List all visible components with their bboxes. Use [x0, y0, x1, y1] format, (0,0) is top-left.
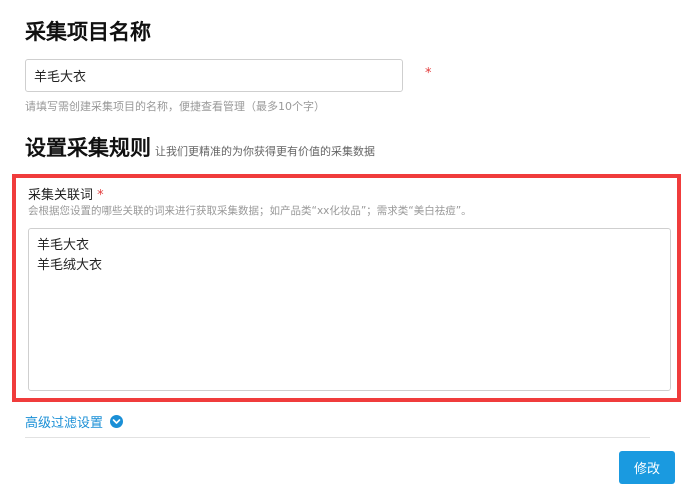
keywords-label: 采集关联词 *: [28, 184, 104, 203]
divider: [25, 437, 650, 438]
keywords-required-mark: *: [97, 188, 104, 203]
project-name-input[interactable]: [25, 59, 403, 92]
project-name-title: 采集项目名称: [25, 20, 151, 44]
chevron-down-icon: [110, 415, 124, 428]
keywords-hint: 会根据您设置的哪些关联的词来进行获取采集数据；如产品类“xx化妆品”；需求类“美…: [28, 205, 472, 217]
advanced-filter-label: 高级过滤设置: [25, 416, 104, 431]
keywords-section: 采集关联词 * 会根据您设置的哪些关联的词来进行获取采集数据；如产品类“xx化妆…: [12, 174, 681, 402]
advanced-filter-link[interactable]: 高级过滤设置: [25, 412, 124, 431]
project-name-hint: 请填写需创建采集项目的名称，便捷查看管理（最多10个字）: [25, 100, 325, 113]
keyword-line: 羊毛绒大衣: [37, 258, 103, 273]
submit-button[interactable]: 修改: [619, 451, 675, 484]
rules-title-text: 设置采集规则: [25, 136, 151, 160]
project-name-required-mark: *: [425, 66, 432, 81]
keyword-line: 羊毛大衣: [37, 238, 90, 253]
keywords-textarea[interactable]: 羊毛大衣 羊毛绒大衣: [28, 228, 671, 391]
rules-title: 设置采集规则 让我们更精准的为你获得更有价值的采集数据: [25, 132, 375, 162]
rules-subtitle: 让我们更精准的为你获得更有价值的采集数据: [155, 145, 375, 158]
keywords-label-text: 采集关联词: [28, 188, 94, 203]
